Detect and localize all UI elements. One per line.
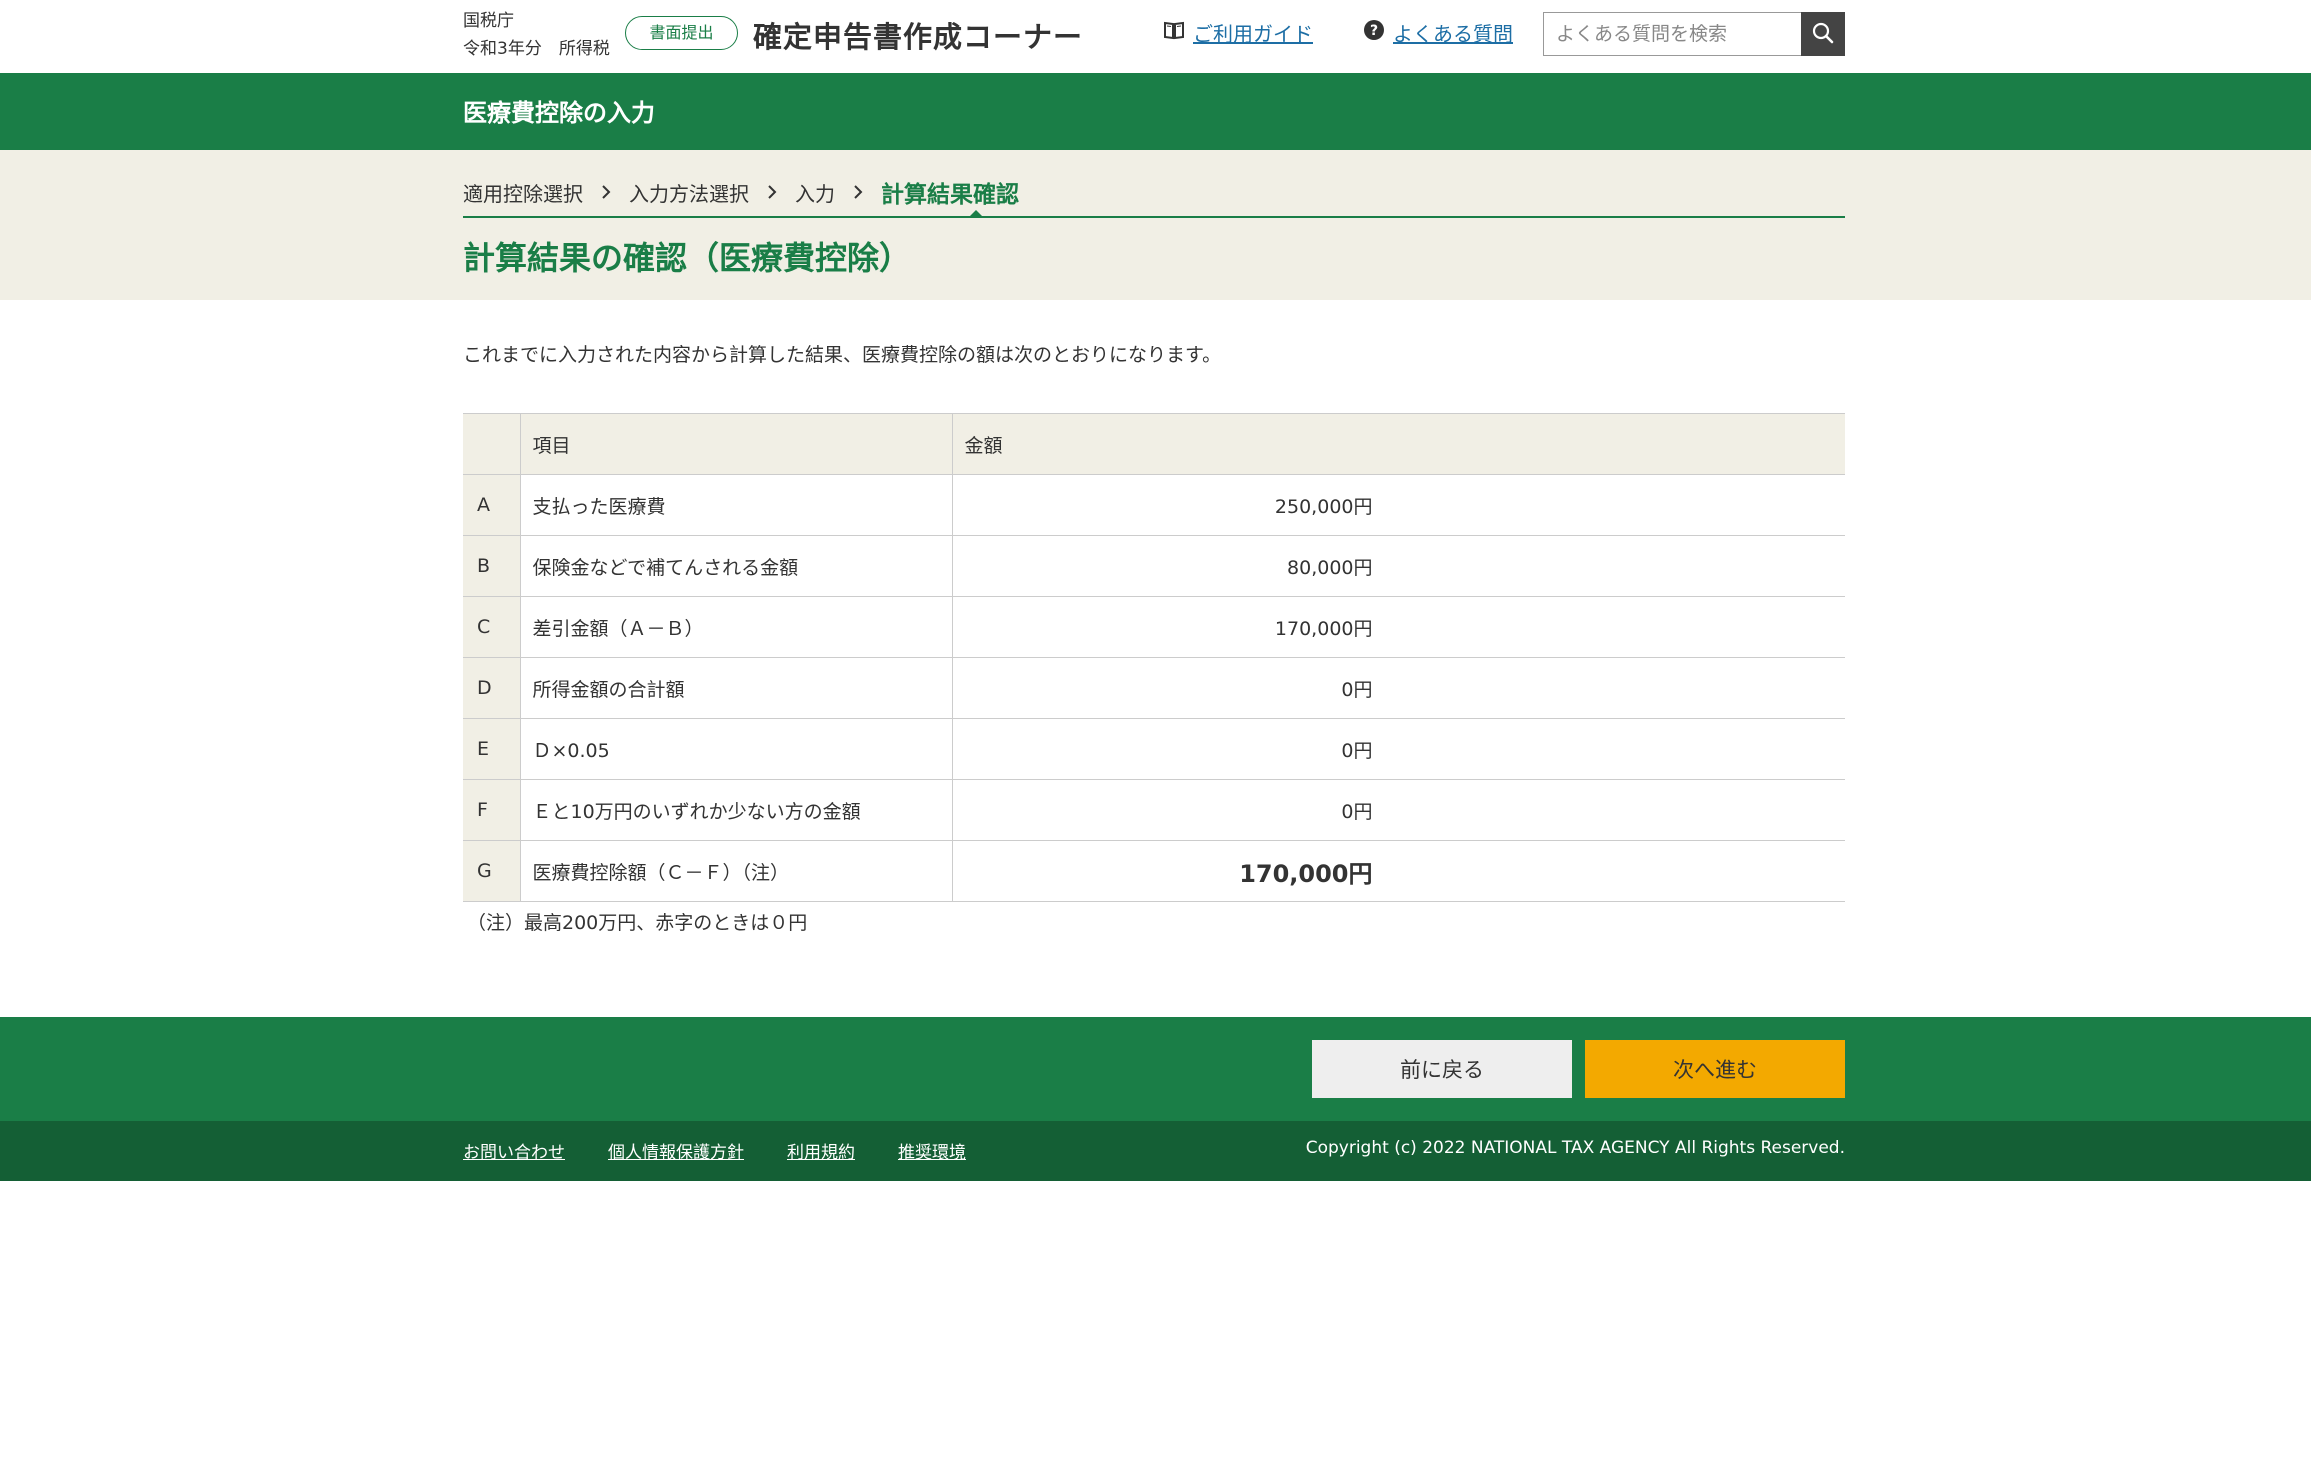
row-item: 差引金額（Ａ－Ｂ）	[520, 596, 953, 658]
header-amount-label: 金額	[964, 434, 1003, 457]
breadcrumb-divider	[463, 216, 1845, 218]
row-key: G	[463, 840, 521, 902]
faq-link[interactable]: ? よくある質問	[1363, 18, 1513, 47]
chevron-right-icon	[853, 180, 863, 204]
svg-text:?: ?	[1370, 23, 1378, 39]
row-amount-cell: 0円	[952, 657, 1845, 719]
row-amount-cell: 170,000円	[952, 840, 1845, 902]
footer-link-terms[interactable]: 利用規約	[787, 1138, 855, 1163]
chevron-right-icon	[601, 180, 611, 204]
breadcrumb: 適用控除選択 入力方法選択 入力 計算結果確認	[463, 172, 1019, 212]
submit-mode-badge: 書面提出	[625, 16, 738, 50]
row-amount: 170,000円	[1274, 617, 1373, 640]
row-amount: 80,000円	[1287, 556, 1373, 579]
breadcrumb-step-input-method: 入力方法選択	[629, 181, 749, 206]
page-title: 計算結果の確認（医療費控除）	[463, 239, 912, 277]
row-item: 医療費控除額（Ｃ－Ｆ）（注）	[520, 840, 953, 902]
row-key: C	[463, 596, 521, 658]
row-key: A	[463, 474, 521, 536]
table-row: C 差引金額（Ａ－Ｂ） 170,000円	[463, 596, 1845, 658]
row-amount: 0円	[1341, 739, 1373, 762]
top-header: 国税庁 令和3年分 所得税 書面提出 確定申告書作成コーナー ご利用ガイド ? …	[0, 0, 2311, 73]
table-row-total: G 医療費控除額（Ｃ－Ｆ）（注） 170,000円	[463, 840, 1845, 902]
row-item: Ｄ×0.05	[520, 718, 953, 780]
header-amount: 金額	[952, 413, 1845, 475]
table-row: B 保険金などで補てんされる金額 80,000円	[463, 535, 1845, 597]
magnifier-icon	[1812, 22, 1834, 47]
footnote: （注）最高200万円、赤字のときは０円	[467, 912, 808, 934]
row-item: 保険金などで補てんされる金額	[520, 535, 953, 597]
result-table: 項目 金額 A 支払った医療費 250,000円 B 保険金などで補てんされる金…	[463, 413, 1845, 902]
chevron-right-icon	[767, 180, 777, 204]
row-key: E	[463, 718, 521, 780]
row-amount: 250,000円	[1274, 495, 1373, 518]
breadcrumb-step-deduction-select: 適用控除選択	[463, 181, 583, 206]
deduction-total-amount: 170,000円	[1239, 859, 1373, 888]
agency-info: 国税庁 令和3年分 所得税	[463, 7, 610, 63]
row-amount-cell: 0円	[952, 718, 1845, 780]
table-header-row: 項目 金額	[463, 413, 1845, 475]
row-amount-cell: 80,000円	[952, 535, 1845, 597]
intro-text: これまでに入力された内容から計算した結果、医療費控除の額は次のとおりになります。	[463, 344, 1222, 366]
row-key: D	[463, 657, 521, 719]
table-row: D 所得金額の合計額 0円	[463, 657, 1845, 719]
back-button[interactable]: 前に戻る	[1312, 1040, 1572, 1098]
row-item: 所得金額の合計額	[520, 657, 953, 719]
header-key	[463, 413, 521, 475]
search-button[interactable]	[1801, 12, 1845, 56]
row-key: F	[463, 779, 521, 841]
faq-search-input[interactable]	[1543, 12, 1801, 56]
table-row: A 支払った医療費 250,000円	[463, 474, 1845, 536]
header-item: 項目	[520, 413, 953, 475]
footer: お問い合わせ 個人情報保護方針 利用規約 推奨環境 Copyright (c) …	[0, 1121, 2311, 1181]
next-button[interactable]: 次へ進む	[1585, 1040, 1845, 1098]
faq-search	[1543, 12, 1845, 56]
row-amount-cell: 250,000円	[952, 474, 1845, 536]
faq-link-label: よくある質問	[1393, 22, 1513, 46]
table-row: E Ｄ×0.05 0円	[463, 718, 1845, 780]
breadcrumb-area: 適用控除選択 入力方法選択 入力 計算結果確認 計算結果の確認（医療費控除）	[0, 150, 2311, 300]
tax-year: 令和3年分 所得税	[463, 39, 610, 59]
site-title: 確定申告書作成コーナー	[753, 20, 1084, 54]
row-item: 支払った医療費	[520, 474, 953, 536]
agency-name: 国税庁	[463, 11, 514, 31]
row-amount: 0円	[1341, 800, 1373, 823]
footer-links: お問い合わせ 個人情報保護方針 利用規約 推奨環境	[463, 1138, 1009, 1163]
main-content: これまでに入力された内容から計算した結果、医療費控除の額は次のとおりになります。…	[0, 300, 2311, 1017]
breadcrumb-step-input: 入力	[795, 181, 835, 206]
row-item: Ｅと10万円のいずれか少ない方の金額	[520, 779, 953, 841]
row-amount-cell: 0円	[952, 779, 1845, 841]
footer-link-contact[interactable]: お問い合わせ	[463, 1138, 565, 1163]
footer-link-environment[interactable]: 推奨環境	[898, 1138, 966, 1163]
row-amount-cell: 170,000円	[952, 596, 1845, 658]
breadcrumb-step-result-confirm: 計算結果確認	[881, 182, 1019, 208]
section-title: 医療費控除の入力	[463, 99, 655, 127]
copyright: Copyright (c) 2022 NATIONAL TAX AGENCY A…	[1305, 1138, 1845, 1158]
footer-link-privacy[interactable]: 個人情報保護方針	[608, 1138, 744, 1163]
table-row: F Ｅと10万円のいずれか少ない方の金額 0円	[463, 779, 1845, 841]
guide-link[interactable]: ご利用ガイド	[1163, 18, 1313, 47]
guide-link-label: ご利用ガイド	[1193, 22, 1313, 46]
row-key: B	[463, 535, 521, 597]
action-bar: 前に戻る 次へ進む	[0, 1017, 2311, 1121]
book-icon	[1163, 20, 1185, 45]
section-band: 医療費控除の入力	[0, 73, 2311, 150]
question-circle-icon: ?	[1363, 19, 1385, 46]
row-amount: 0円	[1341, 678, 1373, 701]
